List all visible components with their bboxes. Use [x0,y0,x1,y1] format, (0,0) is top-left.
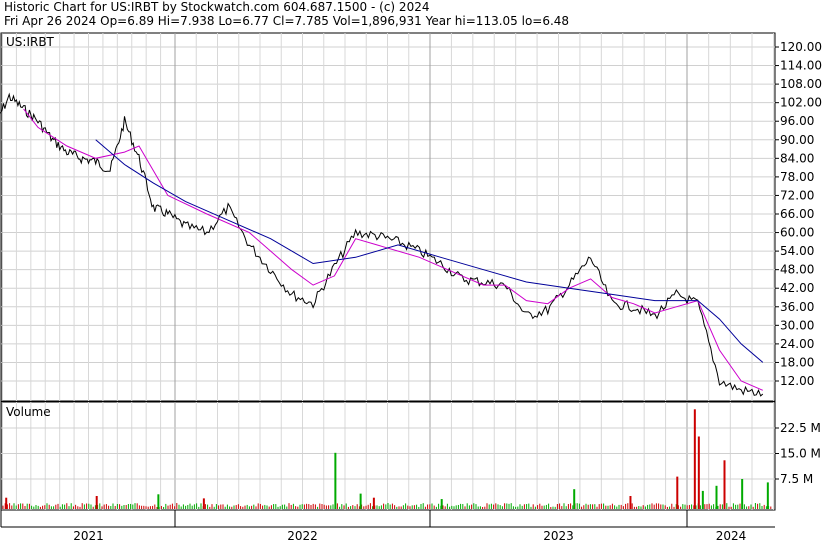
price-tick-label: 102.00 [780,96,822,110]
volume-spike [440,499,443,509]
price-y-axis: 12.00 18.00 24.00 30.00 36.00 42.00 48.00 54.00… [775,40,822,388]
volume-spike [334,452,337,509]
price-tick-label: 90.00 [780,133,814,147]
stock-chart: US:IRBT 12.00 18.00 24.00 30.00 36.00 42.00 48… [0,32,822,543]
year-tick-label: 2021 [73,529,104,543]
volume-spike [741,479,744,509]
volume-y-axis: 7.5 M 15.0 M 22.5 M [775,421,821,486]
price-tick-label: 12.00 [780,374,814,388]
price-tick-label: 60.00 [780,226,814,240]
volume-tick-label: 15.0 M [780,447,821,461]
price-panel: US:IRBT 12.00 18.00 24.00 30.00 36.00 42.00 48… [0,32,822,402]
price-tick-label: 36.00 [780,300,814,314]
price-tick-label: 54.00 [780,244,814,258]
price-tick-label: 42.00 [780,281,814,295]
volume-spike [573,489,576,509]
year-tick-label: 2023 [543,529,574,543]
volume-spike [95,496,98,509]
price-tick-label: 24.00 [780,337,814,351]
year-tick-label: 2022 [287,529,318,543]
price-tick-label: 66.00 [780,207,814,221]
price-tick-label: 48.00 [780,263,814,277]
volume-spike [372,497,375,509]
price-tick-label: 114.00 [780,59,822,73]
volume-spike [693,409,696,509]
volume-spike [701,490,704,509]
price-tick-label: 108.00 [780,77,822,91]
volume-label: Volume [6,405,51,419]
volume-spike [202,498,205,509]
volume-spike [723,460,726,509]
volume-spike [766,482,769,509]
volume-spike [359,493,362,509]
price-tick-label: 84.00 [780,151,814,165]
price-tick-label: 18.00 [780,355,814,369]
x-axis: 2021 2022 2023 2024 [0,510,775,543]
volume-panel: Volume 7.5 M 15.0 M 22.5 M [0,401,821,511]
price-tick-label: 96.00 [780,114,814,128]
volume-spike [715,485,718,509]
year-tick-label: 2024 [716,529,747,543]
price-tick-label: 120.00 [780,40,822,54]
symbol-label: US:IRBT [6,35,55,49]
price-tick-label: 72.00 [780,188,814,202]
volume-spike [5,497,8,509]
price-tick-label: 78.00 [780,170,814,184]
volume-tick-label: 7.5 M [780,472,813,486]
volume-spike [676,476,679,509]
volume-tick-label: 22.5 M [780,421,821,435]
volume-spike [697,436,700,509]
volume-spike [629,496,632,509]
volume-spike [157,494,160,509]
price-tick-label: 30.00 [780,318,814,332]
